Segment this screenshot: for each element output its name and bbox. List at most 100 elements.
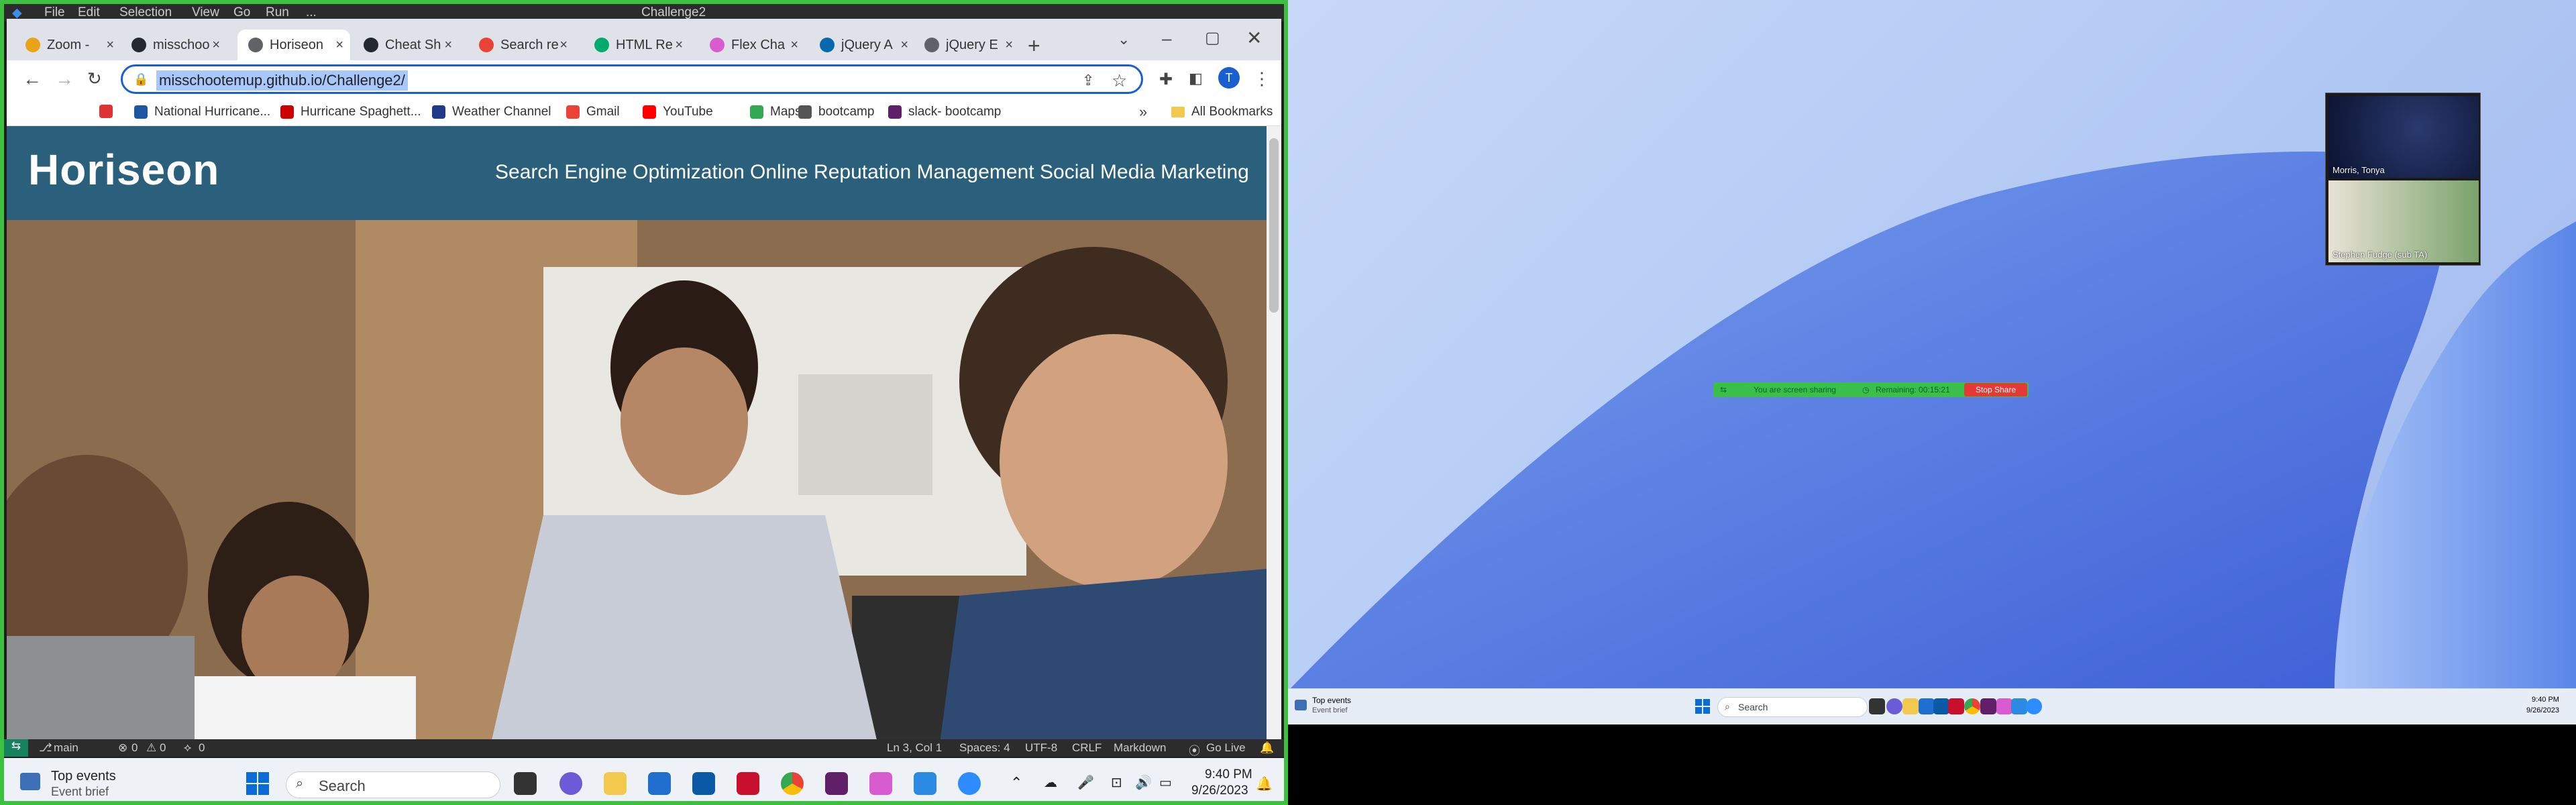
close-tab-icon[interactable]: ×: [444, 38, 452, 53]
browser-tab[interactable]: Search re ×: [468, 30, 574, 60]
bookmark-item[interactable]: Weather Channel: [432, 105, 551, 119]
vscode-icon[interactable]: [2011, 698, 2027, 714]
page-scrollbar[interactable]: [1267, 126, 1281, 749]
share-icon[interactable]: ⇪: [1082, 72, 1094, 89]
menu-file[interactable]: File: [44, 5, 65, 20]
maximize-button[interactable]: ▢: [1205, 28, 1220, 48]
minimize-button[interactable]: –: [1162, 28, 1171, 49]
task-view-icon[interactable]: [514, 772, 537, 795]
app-icon[interactable]: [869, 772, 892, 795]
windows-start-icon[interactable]: [246, 771, 270, 796]
nav-link-social-media[interactable]: Social Media Marketing: [1040, 161, 1249, 184]
browser-tab[interactable]: Horiseon ×: [237, 30, 350, 60]
menu-go[interactable]: Go: [233, 5, 250, 20]
nav-link-reputation[interactable]: Online Reputation Management: [750, 161, 1034, 184]
lock-icon[interactable]: 🔒: [133, 72, 148, 87]
encoding[interactable]: UTF-8: [1025, 741, 1057, 755]
chrome-icon[interactable]: [781, 772, 804, 795]
profile-avatar[interactable]: T: [1218, 67, 1240, 89]
news-widget-icon[interactable]: [20, 773, 40, 790]
onedrive-icon[interactable]: ☁: [1044, 774, 1057, 791]
store-icon[interactable]: [648, 772, 671, 795]
mcafee-icon[interactable]: [1948, 698, 1964, 714]
more-bookmarks-chevron-icon[interactable]: »: [1139, 103, 1147, 121]
zoom-icon[interactable]: [958, 772, 981, 795]
widget-title[interactable]: Top events: [51, 769, 116, 784]
stop-share-button[interactable]: Stop Share: [1964, 383, 2027, 396]
remote-indicator-icon[interactable]: ⇆: [4, 739, 28, 757]
line-ending[interactable]: CRLF: [1072, 741, 1102, 755]
tray-chevron-up-icon[interactable]: ⌃: [1010, 774, 1022, 792]
drag-handle-icon[interactable]: ⇆: [1720, 385, 1727, 394]
nav-link-seo[interactable]: Search Engine Optimization: [495, 161, 745, 184]
slack-icon[interactable]: [1980, 698, 1996, 714]
widget-title[interactable]: Top events: [1312, 696, 1351, 705]
participant-tile[interactable]: Stephen Fudge (sub TA): [2328, 180, 2479, 262]
side-panel-icon[interactable]: ◧: [1189, 70, 1203, 87]
file-explorer-icon[interactable]: [1902, 698, 1919, 714]
close-tab-icon[interactable]: ×: [106, 38, 114, 53]
vscode-search-title[interactable]: Challenge2: [641, 5, 706, 20]
browser-tab[interactable]: HTML Re ×: [584, 30, 690, 60]
menu-more[interactable]: ...: [306, 5, 317, 20]
taskbar-search-box[interactable]: ⌕ Search: [1717, 697, 1868, 717]
close-tab-icon[interactable]: ×: [675, 38, 683, 53]
menu-edit[interactable]: Edit: [78, 5, 100, 20]
bookmark-item[interactable]: National Hurricane...: [134, 105, 270, 119]
reload-icon[interactable]: ↻: [87, 68, 102, 89]
browser-tab[interactable]: jQuery A ×: [809, 30, 915, 60]
tab-search-chevron-icon[interactable]: ⌄: [1118, 31, 1130, 48]
store-icon[interactable]: [1919, 698, 1935, 714]
branch-icon[interactable]: ⎇: [39, 741, 52, 755]
network-icon[interactable]: ⊡: [1111, 774, 1122, 791]
dell-icon[interactable]: [692, 772, 715, 795]
menu-run[interactable]: Run: [266, 5, 289, 20]
close-tab-icon[interactable]: ×: [1005, 38, 1013, 53]
notifications-bell-icon[interactable]: 🔔: [1260, 741, 1274, 755]
app-icon[interactable]: [1996, 698, 2012, 714]
menu-selection[interactable]: Selection: [119, 5, 172, 20]
zoom-icon[interactable]: [2026, 698, 2042, 714]
browser-tab[interactable]: misschoo ×: [121, 30, 227, 60]
browser-tab[interactable]: Flex Cha ×: [699, 30, 805, 60]
participant-tile[interactable]: Morris, Tonya: [2328, 96, 2479, 178]
volume-icon[interactable]: 🔊: [1135, 774, 1152, 791]
zoom-video-panel[interactable]: Morris, Tonya Stephen Fudge (sub TA): [2325, 93, 2481, 266]
site-logo[interactable]: Horiseon: [28, 145, 219, 195]
microphone-icon[interactable]: 🎤: [1077, 774, 1094, 791]
chrome-icon[interactable]: [1964, 698, 1980, 714]
close-tab-icon[interactable]: ×: [559, 38, 568, 53]
bookmark-star-icon[interactable]: ☆: [1112, 70, 1127, 91]
browser-menu-icon[interactable]: ⋮: [1253, 68, 1271, 89]
close-tab-icon[interactable]: ×: [900, 38, 908, 53]
bookmark-item[interactable]: YouTube: [643, 105, 713, 119]
clock-time[interactable]: 9:40 PM: [2532, 696, 2559, 704]
close-tab-icon[interactable]: ×: [212, 38, 220, 53]
forward-arrow-icon[interactable]: →: [55, 68, 74, 90]
teams-chat-icon[interactable]: [1886, 698, 1902, 714]
indentation[interactable]: Spaces: 4: [959, 741, 1010, 755]
taskbar-search-box[interactable]: ⌕ Search: [286, 771, 500, 798]
dell-icon[interactable]: [1933, 698, 1949, 714]
vscode-icon[interactable]: [914, 772, 936, 795]
close-window-button[interactable]: ✕: [1246, 27, 1262, 49]
scrollbar-thumb[interactable]: [1269, 138, 1279, 313]
back-arrow-icon[interactable]: ←: [23, 68, 42, 90]
git-branch[interactable]: main: [54, 741, 78, 755]
bookmark-item[interactable]: slack- bootcamp: [888, 105, 1001, 119]
browser-tab[interactable]: Cheat Sh ×: [353, 30, 459, 60]
clock-time[interactable]: 9:40 PM: [1205, 767, 1252, 782]
address-bar[interactable]: 🔒 misschootemup.github.io/Challenge2/ ⇪ …: [121, 64, 1143, 94]
new-tab-button[interactable]: +: [1028, 34, 1040, 58]
ports-count[interactable]: 0: [199, 741, 205, 755]
browser-tab[interactable]: jQuery E ×: [914, 30, 1020, 60]
news-widget-icon[interactable]: [1295, 700, 1307, 710]
windows-start-icon[interactable]: [1695, 698, 1711, 714]
file-explorer-icon[interactable]: [604, 772, 627, 795]
slack-icon[interactable]: [825, 772, 848, 795]
url-text[interactable]: misschootemup.github.io/Challenge2/: [156, 70, 408, 91]
bookmark-item[interactable]: Hurricane Spaghett...: [280, 105, 421, 119]
bookmark-item[interactable]: Gmail: [566, 105, 620, 119]
battery-icon[interactable]: ▭: [1159, 774, 1172, 791]
mcafee-icon[interactable]: [737, 772, 759, 795]
